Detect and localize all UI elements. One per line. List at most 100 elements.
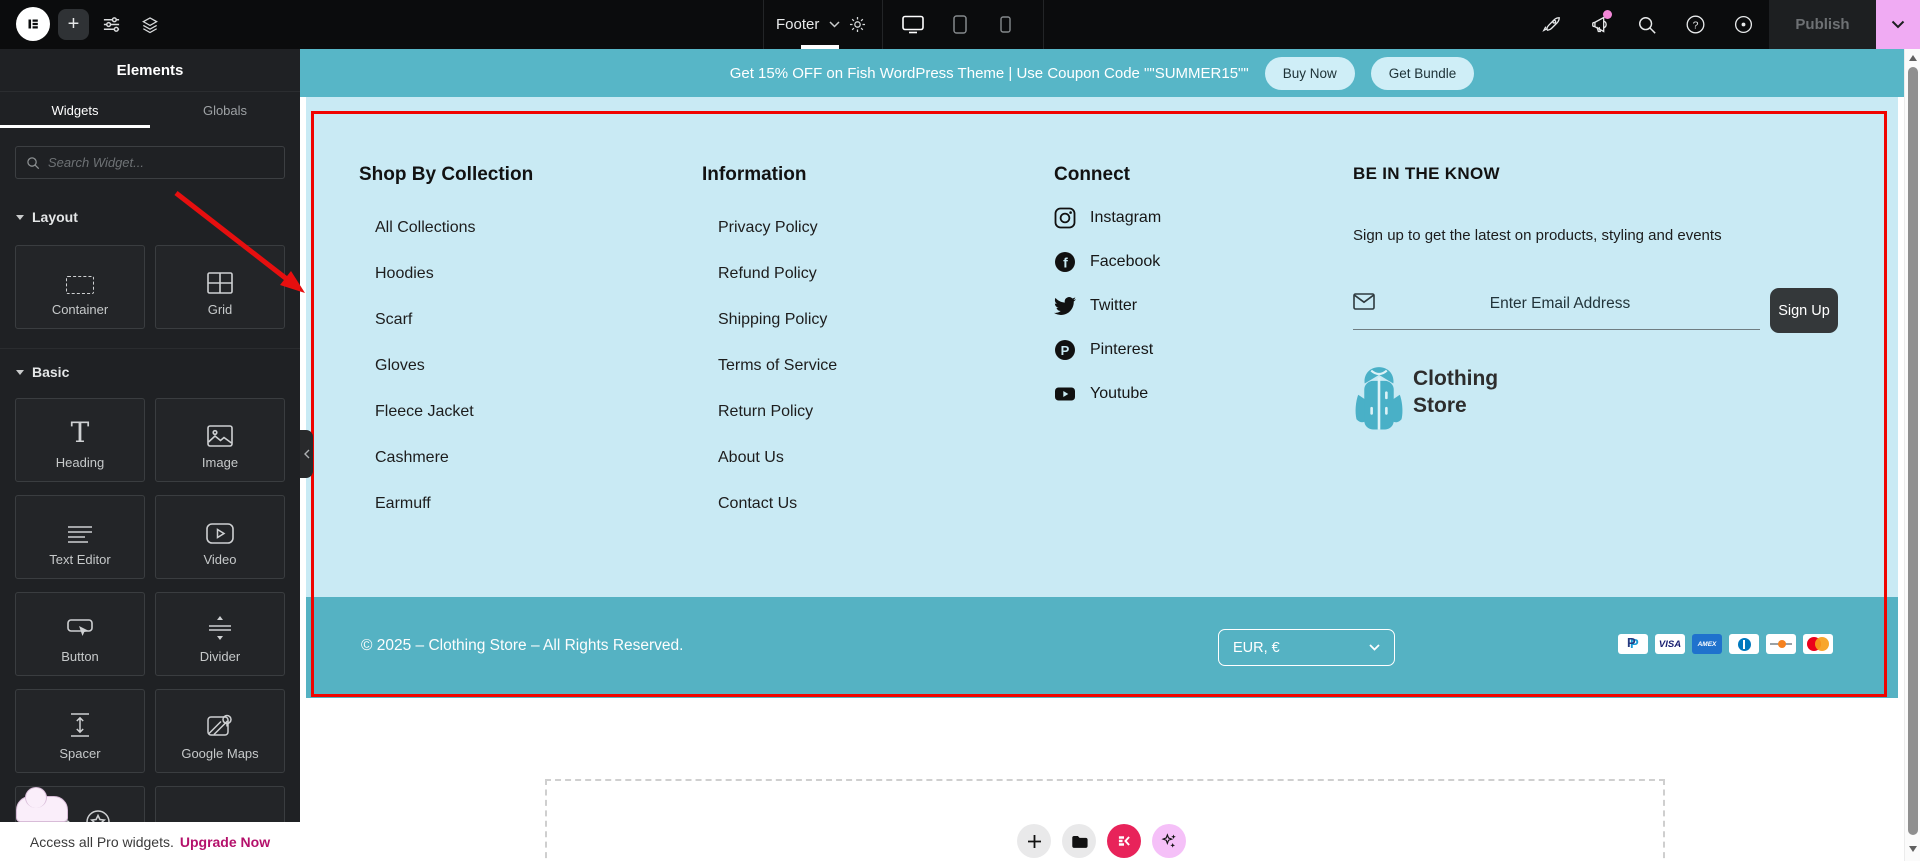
active-document-indicator	[801, 45, 839, 49]
document-settings-button[interactable]	[842, 0, 872, 49]
widget-text-editor[interactable]: Text Editor	[15, 495, 145, 579]
social-link-instagram[interactable]: Instagram	[1054, 207, 1161, 229]
scroll-down-arrow[interactable]	[1909, 846, 1917, 852]
footer-link[interactable]: Refund Policy	[718, 265, 837, 283]
document-switcher[interactable]: Footer	[776, 0, 840, 49]
email-underline	[1353, 329, 1760, 330]
footer-link[interactable]: Gloves	[375, 357, 475, 375]
collapse-triangle-icon	[16, 369, 24, 375]
footer-link[interactable]: Privacy Policy	[718, 219, 837, 237]
social-link-pinterest[interactable]: P Pinterest	[1054, 339, 1161, 361]
footer-link[interactable]: Fleece Jacket	[375, 403, 475, 421]
text-editor-icon	[67, 496, 93, 548]
newsletter-subtext: Sign up to get the latest on products, s…	[1353, 227, 1722, 244]
payment-paypal-icon: P P	[1618, 634, 1648, 654]
pro-upgrade-banner: Access all Pro widgets. Upgrade Now	[0, 822, 300, 861]
currency-select[interactable]: EUR, €	[1218, 629, 1395, 666]
collapse-triangle-icon	[16, 214, 24, 220]
sliders-icon	[103, 17, 119, 32]
footer-link[interactable]: All Collections	[375, 219, 475, 237]
structure-button[interactable]	[135, 0, 165, 49]
payment-mastercard-icon	[1803, 634, 1833, 654]
footer-link[interactable]: Return Policy	[718, 403, 837, 421]
footer-links-shop: All Collections Hoodies Scarf Gloves Fle…	[375, 219, 475, 541]
chevron-down-icon	[1369, 644, 1380, 651]
footer-link[interactable]: About Us	[718, 449, 837, 467]
footer-heading-newsletter: BE IN THE KNOW	[1353, 164, 1500, 183]
clothing-store-logo[interactable]: Clothing Store	[1353, 365, 1498, 435]
whats-new-button[interactable]	[1586, 0, 1616, 49]
heading-icon: T	[70, 416, 90, 449]
publish-options-button[interactable]	[1876, 0, 1920, 49]
payment-methods: P P VISA AMEX	[1618, 634, 1833, 654]
footer-link[interactable]: Contact Us	[718, 495, 837, 513]
publish-button[interactable]: Publish	[1769, 0, 1876, 49]
scroll-up-arrow[interactable]	[1909, 55, 1917, 61]
widget-spacer[interactable]: Spacer	[15, 689, 145, 773]
sparkles-icon	[1161, 833, 1176, 848]
widget-heading[interactable]: T Heading	[15, 398, 145, 482]
add-widget-button[interactable]	[1017, 824, 1051, 858]
device-tablet-button[interactable]	[940, 0, 980, 49]
tab-globals[interactable]: Globals	[150, 93, 300, 128]
social-link-youtube[interactable]: Youtube	[1054, 383, 1161, 405]
gear-icon	[849, 16, 865, 33]
add-element-button[interactable]: +	[58, 9, 89, 40]
add-template-button[interactable]	[1062, 824, 1096, 858]
notification-dot	[1603, 10, 1612, 19]
site-settings-button[interactable]	[96, 0, 126, 49]
payment-amex-icon: AMEX	[1692, 634, 1722, 654]
upgrade-now-link[interactable]: Upgrade Now	[180, 834, 270, 850]
chevron-left-icon	[303, 449, 309, 459]
widget-container[interactable]: Container	[15, 245, 145, 329]
elementor-menu-button[interactable]	[16, 7, 50, 41]
checklist-button[interactable]	[1536, 0, 1566, 49]
canvas-scrollbar[interactable]	[1904, 49, 1920, 861]
device-desktop-button[interactable]	[893, 0, 933, 49]
ai-builder-button[interactable]	[1152, 824, 1186, 858]
tab-widgets[interactable]: Widgets	[0, 93, 150, 128]
widget-button[interactable]: Button	[15, 592, 145, 676]
search-widget-input[interactable]	[48, 155, 274, 170]
section-layout[interactable]: Layout	[16, 209, 78, 225]
email-input[interactable]	[1385, 295, 1735, 313]
section-basic[interactable]: Basic	[16, 364, 69, 380]
container-icon	[66, 246, 94, 298]
elementor-editor: Get 15% OFF on Fish WordPress Theme | Us…	[0, 0, 1920, 861]
scrollbar-thumb[interactable]	[1908, 67, 1918, 835]
widget-grid[interactable]: Grid	[155, 245, 285, 329]
kit-library-button[interactable]	[1107, 824, 1141, 858]
footer-link[interactable]: Earmuff	[375, 495, 475, 513]
widget-google-maps[interactable]: Google Maps	[155, 689, 285, 773]
preview-button[interactable]	[1728, 0, 1758, 49]
add-section-actions	[1017, 824, 1186, 858]
get-bundle-button[interactable]: Get Bundle	[1370, 56, 1475, 90]
divider-icon	[207, 593, 233, 645]
envelope-icon	[1353, 293, 1375, 310]
copyright-text: © 2025 – Clothing Store – All Rights Res…	[361, 637, 684, 654]
widget-video[interactable]: Video	[155, 495, 285, 579]
payment-visa-icon: VISA	[1655, 634, 1685, 654]
pinterest-icon: P	[1055, 340, 1075, 360]
preview-canvas: Get 15% OFF on Fish WordPress Theme | Us…	[300, 49, 1904, 861]
footer-link[interactable]: Hoodies	[375, 265, 475, 283]
folder-icon	[1071, 835, 1088, 848]
social-link-facebook[interactable]: f Facebook	[1054, 251, 1161, 273]
footer-link[interactable]: Cashmere	[375, 449, 475, 467]
signup-button[interactable]: Sign Up	[1770, 288, 1838, 333]
buy-now-button[interactable]: Buy Now	[1264, 56, 1355, 90]
help-button[interactable]: ?	[1680, 0, 1710, 49]
footer-link[interactable]: Shipping Policy	[718, 311, 837, 329]
widget-divider[interactable]: Divider	[155, 592, 285, 676]
device-mobile-button[interactable]	[985, 0, 1025, 49]
social-link-twitter[interactable]: Twitter	[1054, 295, 1161, 317]
widget-image[interactable]: Image	[155, 398, 285, 482]
footer-link[interactable]: Terms of Service	[718, 357, 837, 375]
footer-link[interactable]: Scarf	[375, 311, 475, 329]
spacer-icon	[67, 690, 93, 742]
panel-collapse-handle[interactable]	[300, 430, 313, 478]
finder-search-button[interactable]	[1632, 0, 1662, 49]
payment-discover-icon	[1766, 634, 1796, 654]
video-icon	[206, 496, 234, 548]
layers-icon	[142, 16, 158, 33]
